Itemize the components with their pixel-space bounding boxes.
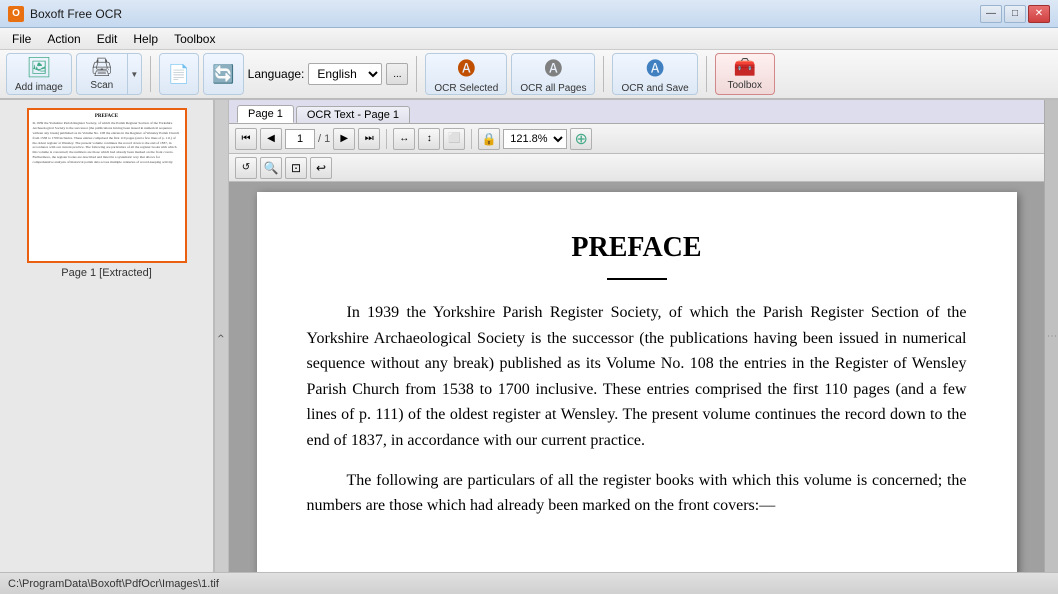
separator-2 bbox=[416, 56, 417, 92]
close-button[interactable]: ✕ bbox=[1028, 5, 1050, 23]
scan-group: 🖨 Scan ▼ bbox=[76, 53, 142, 95]
menu-bar: File Action Edit Help Toolbox bbox=[0, 28, 1058, 50]
toolbox-label: Toolbox bbox=[727, 80, 761, 91]
ocr-save-label: OCR and Save bbox=[621, 83, 688, 94]
last-page-button[interactable]: ⏭ bbox=[358, 128, 380, 150]
fit-height-button[interactable]: ↕ bbox=[418, 128, 440, 150]
thumbnail-frame[interactable]: PREFACE In 1939 the Yorkshire Parish Reg… bbox=[27, 108, 187, 263]
page-content: PREFACE In 1939 the Yorkshire Parish Reg… bbox=[229, 182, 1044, 572]
ocr-all-pages-label: OCR all Pages bbox=[520, 83, 586, 94]
scan-icon: 🖨 bbox=[90, 57, 113, 78]
toolbox-icon: 🧰 bbox=[734, 57, 756, 78]
toolbar: 🖼 Add image 🖨 Scan ▼ 📄 🔄 Language: Engli… bbox=[0, 50, 1058, 100]
add-image-icon: 🖼 bbox=[26, 55, 51, 80]
refresh-icon: 🔄 bbox=[212, 64, 234, 85]
minimize-button[interactable]: — bbox=[980, 5, 1002, 23]
language-more-button[interactable]: ... bbox=[386, 63, 408, 85]
menu-edit[interactable]: Edit bbox=[89, 30, 126, 48]
tab-ocr-text[interactable]: OCR Text - Page 1 bbox=[296, 106, 410, 123]
page-total: / 1 bbox=[318, 133, 330, 145]
refresh-button[interactable]: 🔄 bbox=[203, 53, 243, 95]
language-group: Language: English French German ... bbox=[248, 63, 409, 85]
language-label: Language: bbox=[248, 67, 305, 81]
sidebar-collapse-button[interactable]: ‹ bbox=[215, 100, 229, 572]
zoom-area-button[interactable]: 🔍 bbox=[260, 157, 282, 179]
main-layout: PREFACE In 1939 the Yorkshire Parish Reg… bbox=[0, 100, 1058, 572]
menu-action[interactable]: Action bbox=[39, 30, 88, 48]
ocr-selected-icon: 🅐 bbox=[457, 55, 475, 81]
menu-file[interactable]: File bbox=[4, 30, 39, 48]
page-view-button[interactable]: 📄 bbox=[159, 53, 199, 95]
paragraph-2: The following are particulars of all the… bbox=[307, 468, 967, 519]
toolbox-button[interactable]: 🧰 Toolbox bbox=[715, 53, 775, 95]
refresh-page-button[interactable]: ↺ bbox=[235, 157, 257, 179]
right-scroll-indicator: ⋮ bbox=[1044, 100, 1058, 572]
crop-button[interactable]: ⊡ bbox=[285, 157, 307, 179]
scan-label: Scan bbox=[90, 80, 113, 91]
page-body: In 1939 the Yorkshire Parish Register So… bbox=[307, 300, 967, 519]
ocr-all-icon: 🅐 bbox=[544, 55, 562, 81]
thumbnail-panel: PREFACE In 1939 the Yorkshire Parish Reg… bbox=[0, 100, 215, 572]
prev-page-button[interactable]: ◀ bbox=[260, 128, 282, 150]
document-area: Page 1 OCR Text - Page 1 ⏮ ◀ / 1 ▶ ⏭ ↔ ↕… bbox=[229, 100, 1044, 572]
page-number-input[interactable] bbox=[285, 129, 315, 149]
ocr-selected-button[interactable]: 🅐 OCR Selected bbox=[425, 53, 507, 95]
status-path: C:\ProgramData\Boxoft\PdfOcr\Images\1.ti… bbox=[8, 578, 219, 590]
ocr-save-button[interactable]: 🅐 OCR and Save bbox=[612, 53, 697, 95]
menu-toolbox[interactable]: Toolbox bbox=[166, 30, 223, 48]
add-image-button[interactable]: 🖼 Add image bbox=[6, 53, 72, 95]
add-image-label: Add image bbox=[15, 82, 63, 93]
paragraph-1: In 1939 the Yorkshire Parish Register So… bbox=[307, 300, 967, 454]
thumbnail-label: Page 1 [Extracted] bbox=[61, 267, 152, 279]
separator-4 bbox=[706, 56, 707, 92]
status-bar: C:\ProgramData\Boxoft\PdfOcr\Images\1.ti… bbox=[0, 572, 1058, 594]
ocr-selected-label: OCR Selected bbox=[434, 83, 498, 94]
language-select[interactable]: English French German bbox=[308, 63, 382, 85]
fit-width-button[interactable]: ↔ bbox=[393, 128, 415, 150]
title-bar: O Boxoft Free OCR — □ ✕ bbox=[0, 0, 1058, 28]
separator-1 bbox=[150, 56, 151, 92]
rotate-button[interactable]: ↩ bbox=[310, 157, 332, 179]
doc-tabs: Page 1 OCR Text - Page 1 bbox=[229, 100, 1044, 124]
thumbnail-item: PREFACE In 1939 the Yorkshire Parish Reg… bbox=[27, 108, 187, 279]
thumb-text: In 1939 the Yorkshire Parish Register So… bbox=[33, 121, 181, 165]
nav-sep-2 bbox=[471, 129, 472, 149]
menu-help[interactable]: Help bbox=[125, 30, 166, 48]
zoom-select[interactable]: 121.8% 50% 75% 100% 150% 200% bbox=[503, 129, 567, 149]
maximize-button[interactable]: □ bbox=[1004, 5, 1026, 23]
actual-size-button[interactable]: ⬜ bbox=[443, 128, 465, 150]
first-page-button[interactable]: ⏮ bbox=[235, 128, 257, 150]
scan-button[interactable]: 🖨 Scan bbox=[76, 53, 128, 95]
page-title: PREFACE bbox=[307, 232, 967, 264]
window-controls: — □ ✕ bbox=[980, 5, 1050, 23]
scroll-icon: ⋮ bbox=[1046, 331, 1057, 341]
separator-3 bbox=[603, 56, 604, 92]
ocr-save-icon: 🅐 bbox=[646, 55, 664, 81]
thumb-preface: PREFACE bbox=[33, 114, 181, 119]
page-document: PREFACE In 1939 the Yorkshire Parish Reg… bbox=[257, 192, 1017, 572]
nav-sep-1 bbox=[386, 129, 387, 149]
page-rule bbox=[607, 278, 667, 280]
page-icon: 📄 bbox=[168, 64, 190, 85]
nav-toolbar-2: ↺ 🔍 ⊡ ↩ bbox=[229, 154, 1044, 182]
nav-toolbar: ⏮ ◀ / 1 ▶ ⏭ ↔ ↕ ⬜ 🔒 121.8% 50% 75% 100% … bbox=[229, 124, 1044, 154]
next-page-button[interactable]: ▶ bbox=[333, 128, 355, 150]
zoom-lock-icon: 🔒 bbox=[478, 128, 500, 150]
window-title: Boxoft Free OCR bbox=[30, 7, 980, 21]
app-icon: O bbox=[8, 6, 24, 22]
scan-dropdown-arrow[interactable]: ▼ bbox=[128, 53, 142, 95]
zoom-plus-button[interactable]: ⊕ bbox=[570, 128, 592, 150]
tab-page1[interactable]: Page 1 bbox=[237, 105, 294, 123]
ocr-all-pages-button[interactable]: 🅐 OCR all Pages bbox=[511, 53, 595, 95]
